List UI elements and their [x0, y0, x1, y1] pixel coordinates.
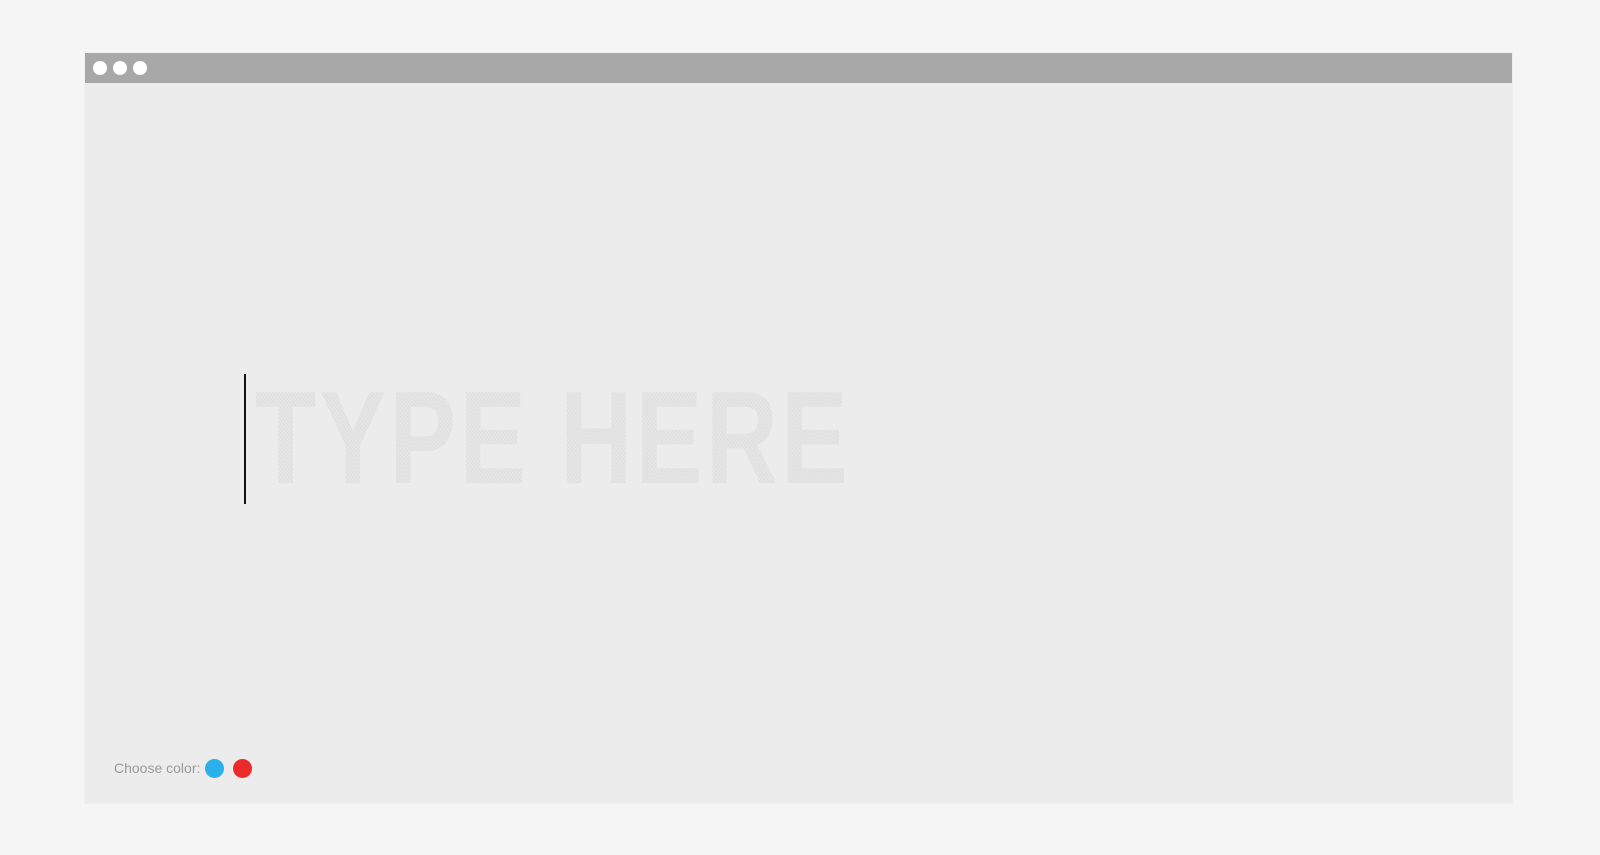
color-swatch-red[interactable] [233, 758, 253, 778]
window-dot-icon[interactable] [133, 61, 147, 75]
color-chooser-label: Choose color: [114, 760, 201, 776]
window-dot-icon[interactable] [113, 61, 127, 75]
color-chooser: Choose color: [114, 758, 261, 778]
window-dot-icon[interactable] [93, 61, 107, 75]
app-window: TYPE HERE Choose color: [85, 53, 1512, 803]
text-cursor [244, 374, 246, 504]
text-input-placeholder[interactable]: TYPE HERE [255, 372, 851, 504]
color-swatch-blue[interactable] [205, 758, 225, 778]
window-titlebar [85, 53, 1512, 83]
